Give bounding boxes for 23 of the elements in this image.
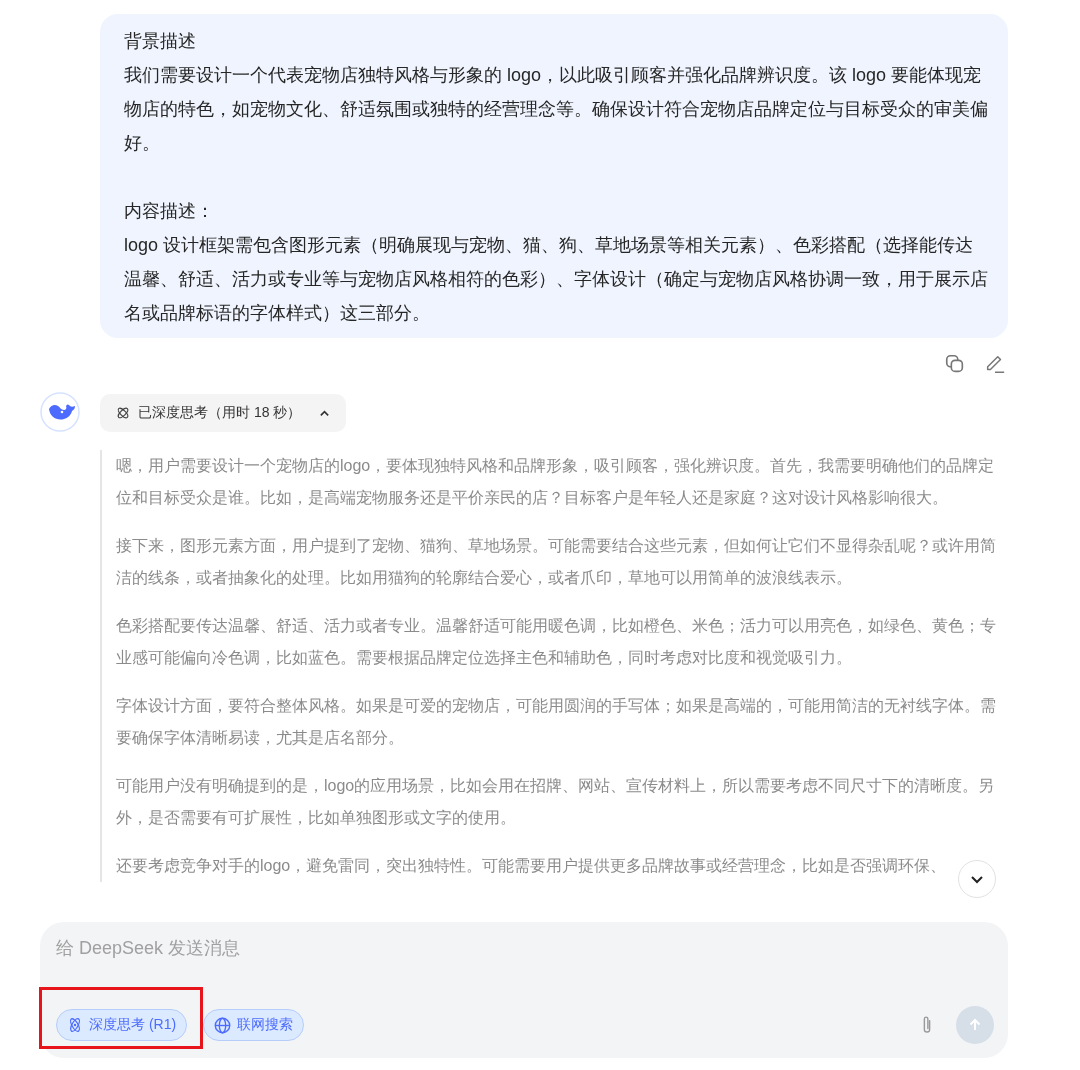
message-heading: 背景描述 <box>124 30 197 53</box>
caret-icon <box>319 407 331 419</box>
scroll-down-button[interactable] <box>958 860 996 898</box>
atom-icon <box>67 1017 83 1033</box>
thinking-text: 嗯，用户需要设计一个宠物店的logo，要体现独特风格和品牌形象，吸引顾客，强化辨识度。首先，我需要明确他们的品牌定位和目标受众是谁。比如，是高端宠物服务还是平价亲民的店？目标客户是年轻人还是家庭？这对设计风格影响很大。 <box>116 456 996 508</box>
atom-icon <box>116 406 130 420</box>
message-text: 我们需要设计一个代表宠物店独特风格与形象的 logo，以此吸引顾客并强化品牌辨识度。该 logo 要能体现宠物店的特色，如宠物文化、舒适氛围或独特的经营理念等。确保设计符合宠物店品牌定位与目标受众的审美偏好。 <box>124 64 988 155</box>
thinking-text: 接下来，图形元素方面，用户提到了宠物、猫狗、草地场景。可能需要结合这些元素，但如何让它们不显得杂乱呢？或许用简洁的线条，或者抽象化的处理。比如用猫狗的轮廓结合爱心，或者爪印，草地可以用简单的波浪线表示。 <box>116 536 997 588</box>
assistant-avatar <box>40 392 80 432</box>
thinking-text: 还要考虑竞争对手的logo，避免雷同，突出独特性。可能需要用户提供更多品牌故事或经营理念，比如是否强调环保、 <box>116 856 948 876</box>
thinking-text: 色彩搭配要传达温馨、舒适、活力或者专业。温馨舒适可能用暖色调，比如橙色、米色；活力可以用亮色，如绿色、黄色；专业感可能偏向冷色调，比如蓝色。需要根据品牌定位选择主色和辅助色，同时考虑对比度和视觉吸引力。 <box>116 616 997 668</box>
copy-icon[interactable] <box>944 353 966 375</box>
thinking-text: 可能用户没有明确提到的是，logo的应用场景，比如会用在招牌、网站、宣传材料上，所以需要考虑不同尺寸下的清晰度。另外，是否需要有可扩展性，比如单独图形或文字的使用。 <box>116 776 996 828</box>
mode-toggle[interactable]: 联网搜索 <box>203 1009 305 1041</box>
arrow-up-icon <box>967 1017 983 1033</box>
message-text: logo 设计框架需包含图形元素（明确展现与宠物、猫、狗、草地场景等相关元素）、色彩搭配（选择能传达温馨、舒适、活力或专业等与宠物店风格相符的色彩）、字体设计（确定与宠物店风格协调一致，用于展示店名或品牌标语的字体样式）这三部分。 <box>124 234 988 325</box>
thinking-toggle[interactable]: 已深度思考（用时 18 秒） <box>100 394 347 432</box>
thinking-text: 字体设计方面，要符合整体风格。如果是可爱的宠物店，可能用圆润的手写体；如果是高端的，可能用简洁的无衬线字体。需要确保字体清晰易读，尤其是店名部分。 <box>116 696 997 748</box>
globe-icon <box>214 1016 232 1034</box>
mode-toggle[interactable]: 深度思考 (R1) <box>56 1009 188 1041</box>
edit-icon[interactable] <box>984 353 1006 375</box>
message-heading: 内容描述： <box>124 200 215 223</box>
message-input[interactable]: 给 DeepSeek 发送消息 <box>56 936 994 966</box>
